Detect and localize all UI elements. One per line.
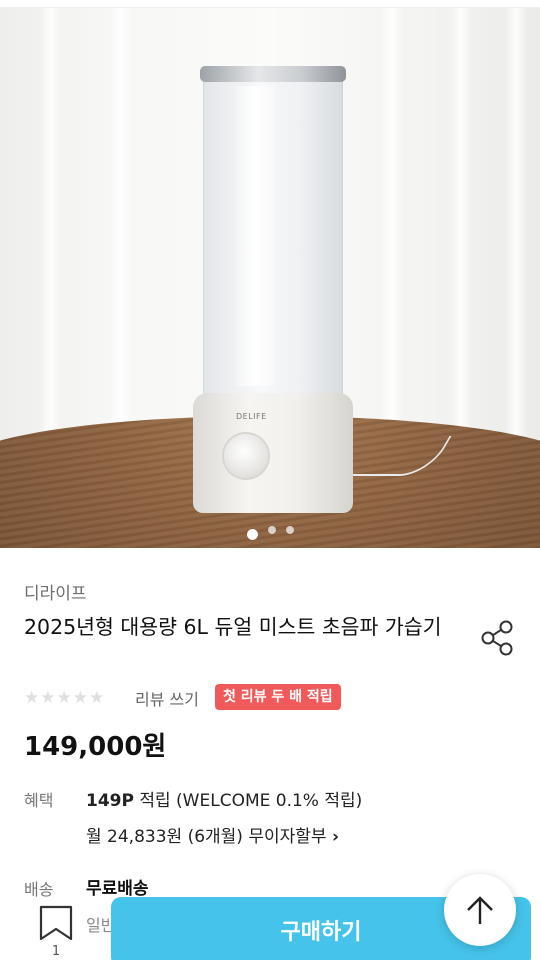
bookmark-icon (39, 905, 73, 941)
carousel-dot[interactable] (246, 528, 258, 540)
shipping-value: 무료배송 (86, 879, 149, 899)
star-icon: ★ (56, 688, 73, 708)
humidifier-knob (224, 434, 268, 478)
star-icon: ★ (89, 688, 106, 708)
share-icon[interactable] (480, 619, 516, 657)
review-reward-badge: 첫 리뷰 두 배 적립 (215, 684, 341, 710)
star-icon: ★ (24, 688, 41, 708)
installment-link[interactable]: 월 24,833원 (6개월) 무이자할부 › (86, 822, 339, 847)
device-logo: DELIFE (236, 412, 267, 421)
product-image[interactable]: DELIFE (0, 8, 540, 548)
write-review-link[interactable]: 리뷰 쓰기 (135, 686, 199, 710)
benefit-label: 혜택 (24, 791, 54, 810)
brand-name[interactable]: 디라이프 (24, 579, 87, 604)
rating-stars: ★★★★★ (24, 688, 105, 708)
product-price: 149,000원 (24, 732, 167, 762)
curtain-fold (380, 8, 402, 468)
arrow-up-icon (467, 896, 493, 924)
chevron-right-icon: › (331, 827, 339, 847)
installment-text: 월 24,833원 (6개월) 무이자할부 (86, 827, 327, 847)
curtain-fold (110, 8, 132, 468)
shipping-label: 배송 (24, 880, 54, 899)
points-amount: 149P (86, 791, 134, 811)
humidifier-core (235, 86, 275, 386)
bookmark-count: 1 (51, 944, 61, 959)
carousel-dot[interactable] (285, 526, 294, 534)
curtain-fold (450, 8, 472, 468)
points-suffix: 적립 (WELCOME 0.1% 적립) (133, 791, 363, 811)
curtain-fold (505, 8, 527, 468)
scroll-top-button[interactable] (444, 874, 516, 946)
top-divider (0, 0, 540, 8)
bookmark-button[interactable]: 1 (36, 904, 76, 960)
star-icon: ★ (72, 688, 89, 708)
humidifier-base (193, 393, 353, 513)
product-title: 2025년형 대용량 6L 듀얼 미스트 초음파 가습기 (24, 615, 442, 639)
star-icon: ★ (40, 688, 57, 708)
curtain-fold (40, 8, 62, 468)
points-info: 149P 적립 (WELCOME 0.1% 적립) (86, 786, 362, 811)
carousel-dot[interactable] (267, 526, 276, 534)
humidifier-cap (200, 66, 346, 82)
carousel-indicator (0, 526, 540, 540)
